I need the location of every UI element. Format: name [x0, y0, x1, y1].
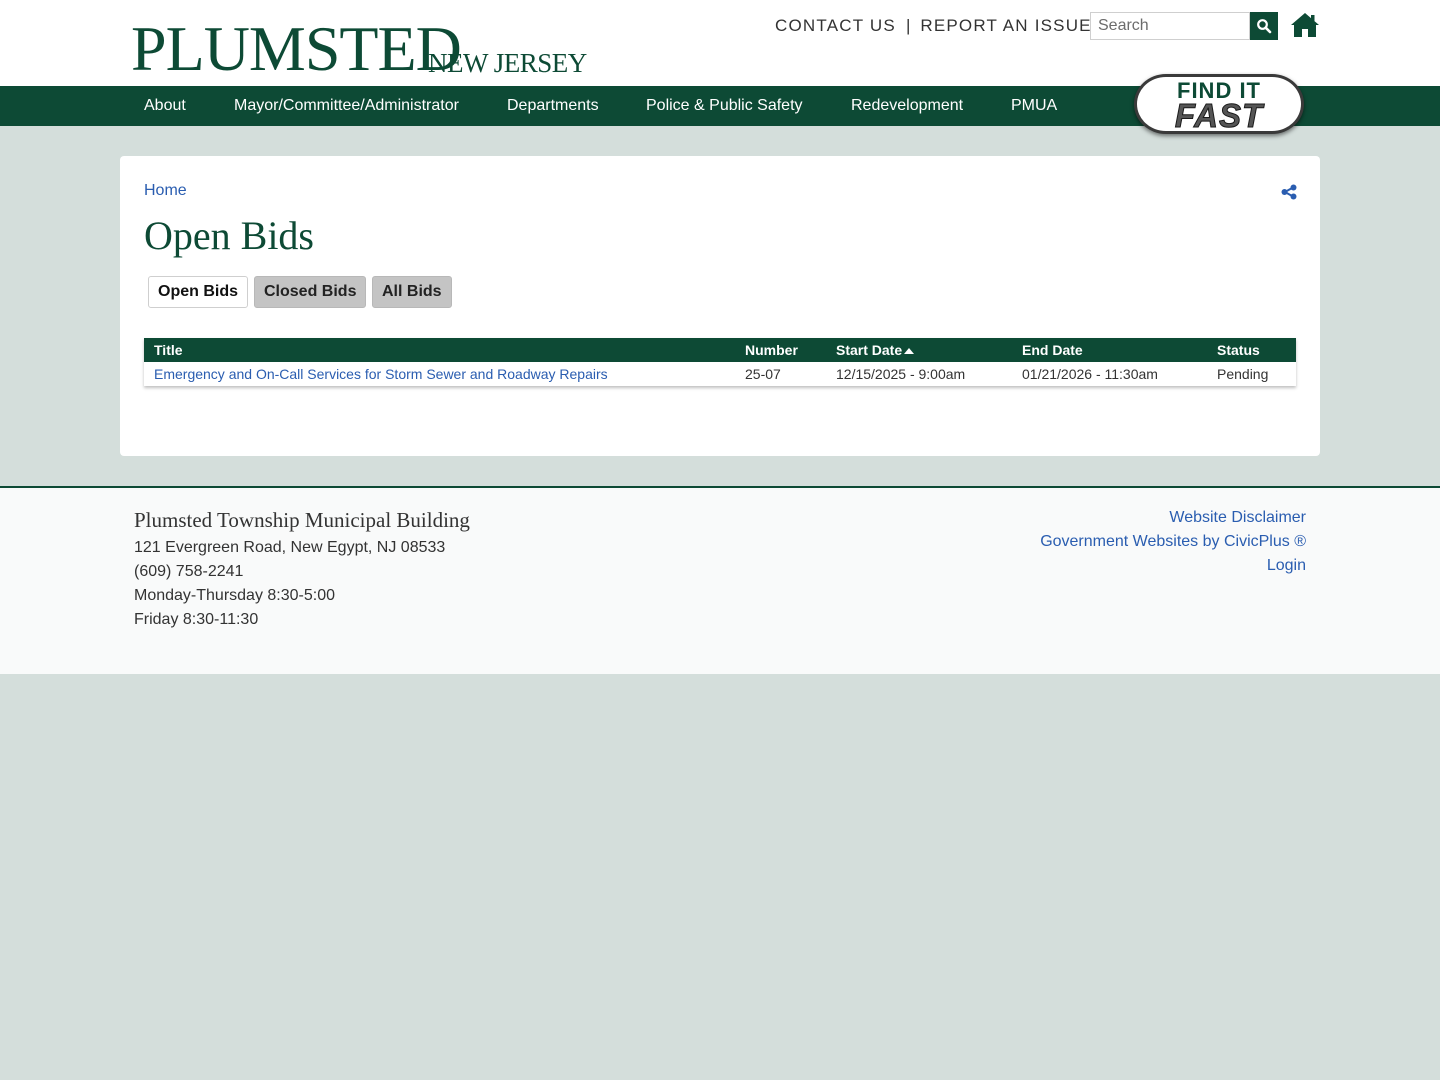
page-title: Open Bids [144, 213, 314, 258]
bid-start-date: 12/15/2025 - 9:00am [826, 362, 1012, 386]
site-footer: Plumsted Township Municipal Building 121… [0, 486, 1440, 674]
nav-item-departments[interactable]: Departments [507, 86, 599, 126]
utility-links: CONTACT US | REPORT AN ISSUE [775, 16, 1092, 36]
home-icon[interactable] [1290, 12, 1320, 38]
footer-hours-friday: Friday 8:30-11:30 [134, 611, 259, 628]
table-row: Emergency and On-Call Services for Storm… [144, 362, 1296, 386]
column-header-number[interactable]: Number [735, 338, 826, 362]
column-header-start-date[interactable]: Start Date [826, 338, 1012, 362]
bid-title-link[interactable]: Emergency and On-Call Services for Storm… [144, 362, 735, 386]
tab-closed-bids[interactable]: Closed Bids [254, 276, 367, 308]
search-icon [1257, 19, 1272, 34]
bid-number: 25-07 [735, 362, 826, 386]
login-link[interactable]: Login [1267, 557, 1306, 575]
nav-item-police[interactable]: Police & Public Safety [646, 86, 803, 126]
column-end-label: End Date [1022, 342, 1083, 358]
nav-item-pmua[interactable]: PMUA [1011, 86, 1057, 126]
search-button[interactable] [1250, 12, 1278, 40]
nav-item-mayor[interactable]: Mayor/Committee/Administrator [234, 86, 459, 126]
bids-table: Title Number Start Date End Date Status … [144, 338, 1296, 386]
footer-hours-weekday: Monday-Thursday 8:30-5:00 [134, 587, 335, 604]
sort-ascending-icon [904, 348, 915, 355]
site-logo-state[interactable]: NEW JERSEY [428, 47, 587, 79]
column-header-title[interactable]: Title [144, 338, 735, 362]
footer-phone: (609) 758-2241 [134, 563, 244, 580]
find-it-fast-button[interactable]: FIND IT FAST [1134, 74, 1304, 134]
column-status-label: Status [1217, 342, 1260, 358]
column-number-label: Number [745, 342, 798, 358]
fast-label: FAST [1174, 97, 1264, 134]
footer-title: Plumsted Township Municipal Building [134, 508, 470, 532]
bid-end-date: 01/21/2026 - 11:30am [1012, 362, 1207, 386]
bid-status: Pending [1207, 362, 1296, 386]
column-start-label: Start Date [836, 342, 903, 358]
breadcrumb-home[interactable]: Home [144, 182, 187, 200]
column-header-end-date[interactable]: End Date [1012, 338, 1207, 362]
content-card: Home Open Bids Open Bids Closed Bids All… [120, 156, 1320, 456]
contact-us-link[interactable]: CONTACT US [775, 16, 896, 36]
civicplus-link[interactable]: Government Websites by CivicPlus ® [1040, 533, 1306, 551]
tab-all-bids[interactable]: All Bids [372, 276, 452, 308]
website-disclaimer-link[interactable]: Website Disclaimer [1169, 509, 1306, 527]
site-logo[interactable]: PLUMSTED [131, 14, 462, 84]
utility-separator: | [905, 16, 911, 35]
table-header-row: Title Number Start Date End Date Status [144, 338, 1296, 362]
nav-item-redevelopment[interactable]: Redevelopment [851, 86, 963, 126]
footer-address: 121 Evergreen Road, New Egypt, NJ 08533 [134, 539, 446, 556]
column-header-status[interactable]: Status [1207, 338, 1296, 362]
report-issue-link[interactable]: REPORT AN ISSUE [920, 16, 1091, 36]
tab-open-bids[interactable]: Open Bids [148, 276, 249, 308]
nav-item-about[interactable]: About [144, 86, 186, 126]
search-input[interactable] [1090, 12, 1250, 40]
column-title-label: Title [154, 342, 183, 358]
share-icon[interactable] [1281, 184, 1297, 200]
